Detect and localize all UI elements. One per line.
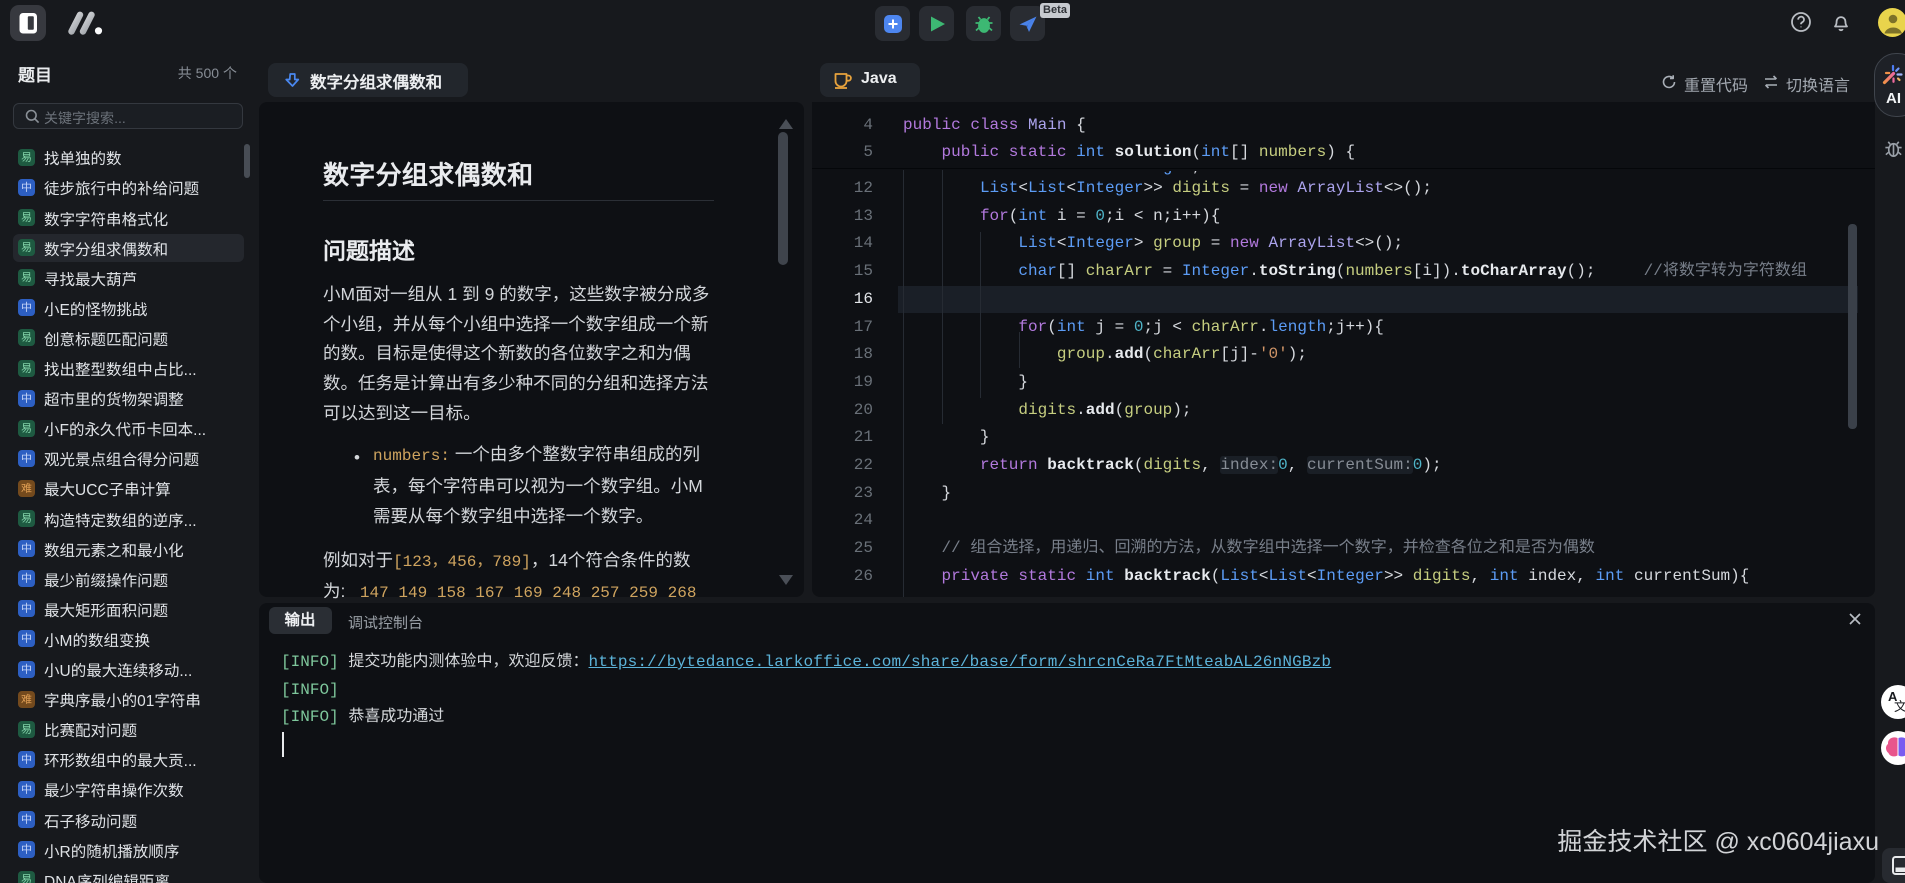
svg-text:文: 文 bbox=[1894, 696, 1905, 715]
